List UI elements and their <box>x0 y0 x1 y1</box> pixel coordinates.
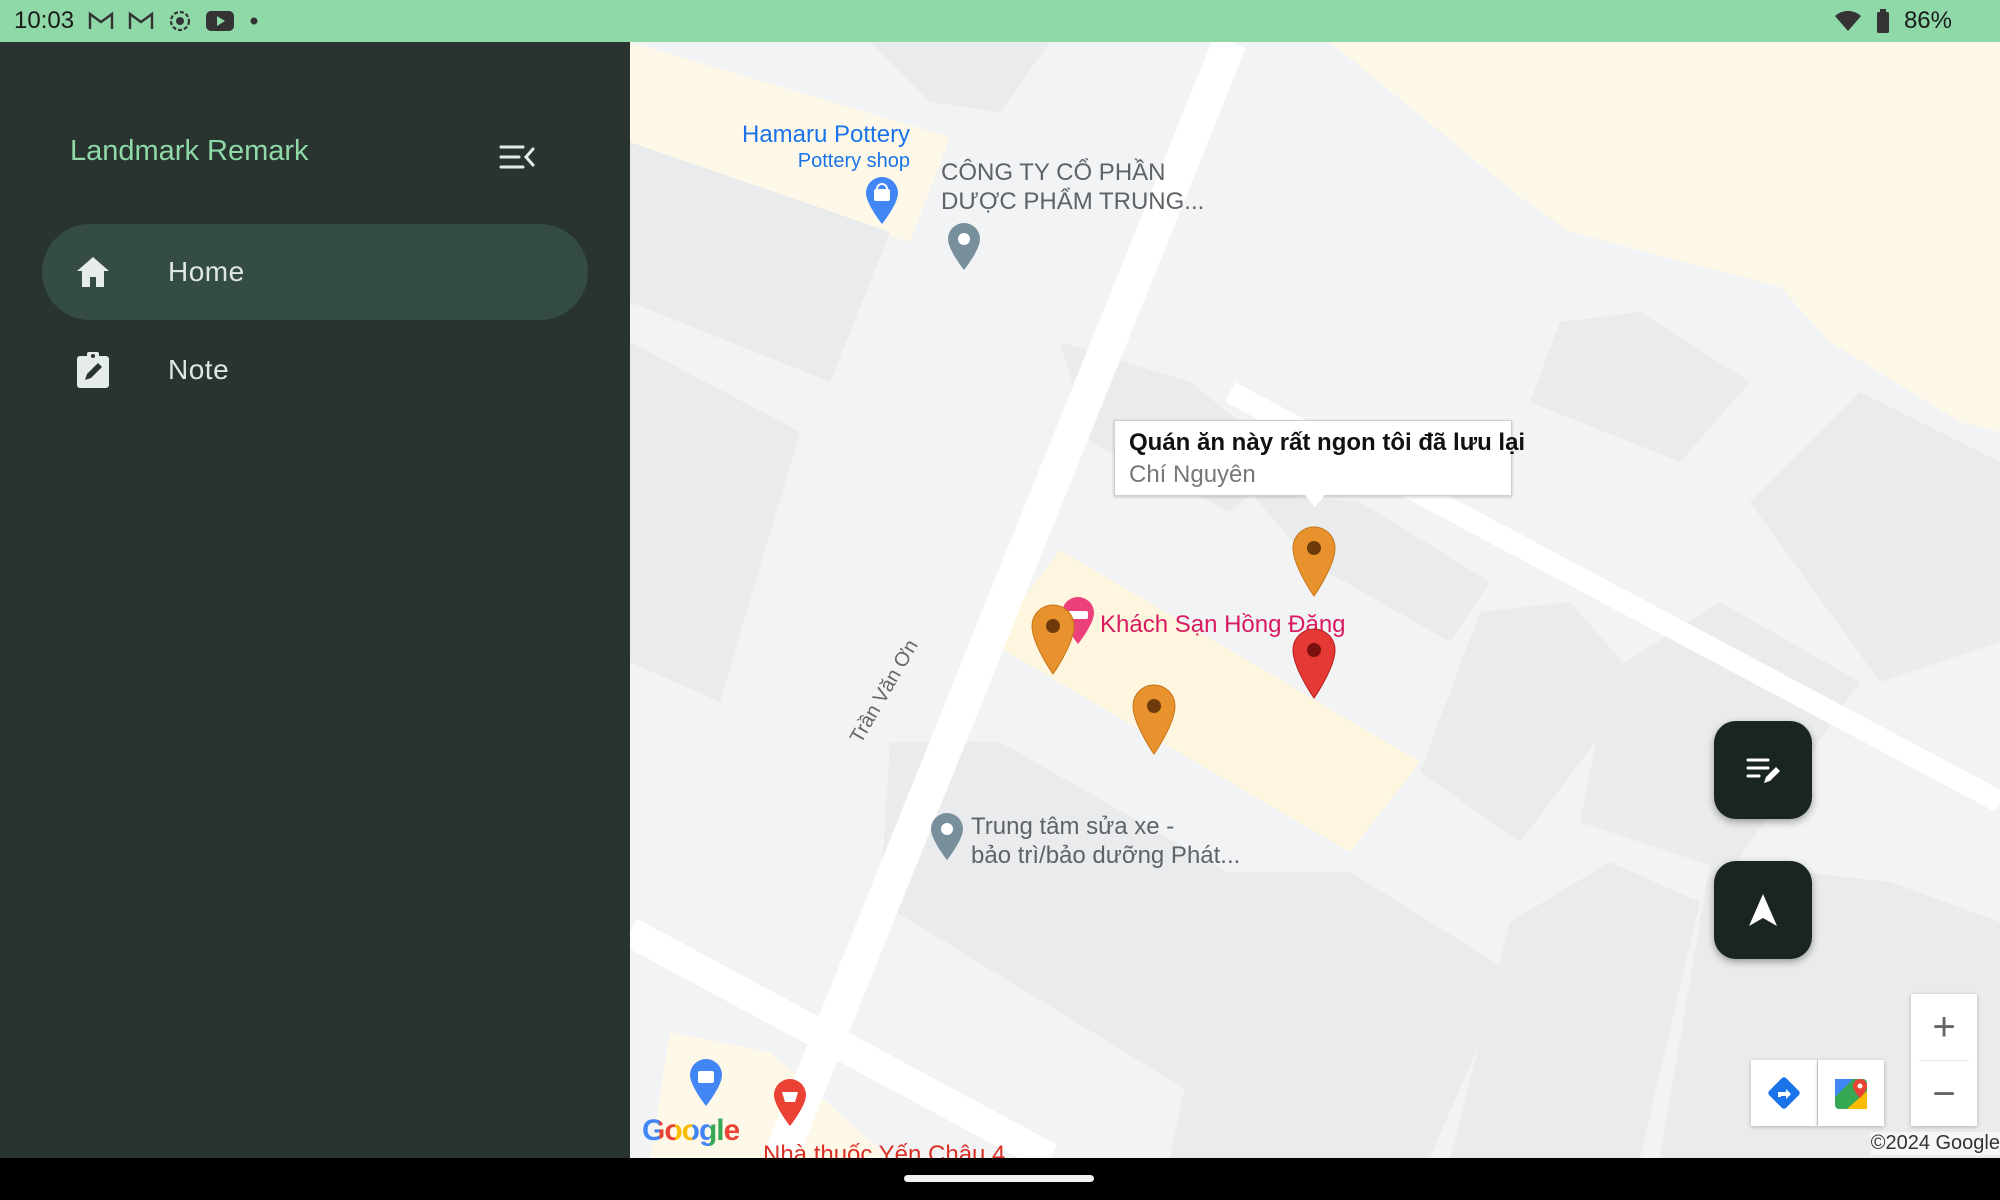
edit-note-icon <box>1746 758 1780 783</box>
wifi-icon <box>1834 10 1862 32</box>
poi-hamaru-pottery[interactable]: Hamaru Pottery Pottery shop <box>742 120 910 173</box>
dot-icon <box>248 15 260 27</box>
poi-company[interactable]: CÔNG TY CỔ PHẦN DƯỢC PHẨM TRUNG... <box>941 158 1204 216</box>
google-logo-text: Google <box>642 1114 740 1147</box>
google-logo: Google <box>642 1114 740 1148</box>
marker-info-window[interactable]: Quán ăn này rất ngon tôi đã lưu lại Chí … <box>1114 420 1526 507</box>
shopping-bag-pin-icon[interactable] <box>688 1058 724 1108</box>
info-window-title: Quán ăn này rất ngon tôi đã lưu lại <box>1129 429 1526 456</box>
screen-record-icon <box>168 9 192 33</box>
youtube-icon <box>206 11 235 31</box>
collapse-drawer-button[interactable] <box>497 137 537 177</box>
app-title: Landmark Remark <box>70 135 309 167</box>
open-in-maps-button[interactable] <box>1818 1060 1884 1126</box>
poi-name-line2: DƯỢC PHẨM TRUNG... <box>941 188 1205 215</box>
current-location-marker-red[interactable] <box>1291 628 1337 700</box>
poi-repair-center[interactable]: Trung tâm sửa xe - bảo trì/bảo dưỡng Phá… <box>971 812 1240 870</box>
poi-name-line2: bảo trì/bảo dưỡng Phát... <box>971 842 1241 869</box>
map-base <box>630 42 2000 1158</box>
system-navigation-bar <box>0 1158 2000 1200</box>
place-pin-icon[interactable] <box>946 222 982 272</box>
info-window-tail <box>1305 495 1325 507</box>
map-view[interactable]: Hamaru Pottery Pottery shop CÔNG TY CỔ P… <box>630 42 2000 1158</box>
poi-name: Hamaru Pottery <box>742 121 911 148</box>
status-bar: 10:03 86% <box>0 0 2000 42</box>
info-window-snippet: Chí Nguyên <box>1129 461 1256 488</box>
note-marker-orange[interactable] <box>1131 684 1177 756</box>
battery-icon <box>1876 9 1890 33</box>
google-maps-icon <box>1835 1079 1867 1109</box>
add-note-fab[interactable] <box>1714 721 1812 819</box>
poi-type: Pottery shop <box>797 150 911 172</box>
zoom-out-button[interactable]: − <box>1911 1061 1977 1127</box>
directions-button[interactable] <box>1751 1060 1817 1126</box>
navigation-icon <box>1749 894 1777 926</box>
note-marker-orange[interactable] <box>1030 604 1076 676</box>
navigation-drawer: Landmark Remark Home Note <box>0 42 630 1158</box>
home-icon <box>72 251 114 293</box>
zoom-controls: + − <box>1911 994 1977 1126</box>
status-bar-right: 86% <box>1834 7 1952 35</box>
clock: 10:03 <box>14 7 75 34</box>
gmail-icon <box>128 11 154 31</box>
drawer-item-label: Note <box>168 354 230 385</box>
gesture-handle[interactable] <box>904 1175 1094 1182</box>
status-bar-left: 10:03 <box>14 7 260 35</box>
shopping-bag-pin-icon[interactable] <box>864 176 900 226</box>
place-pin-icon[interactable] <box>929 812 965 862</box>
battery-level: 86% <box>1903 7 1952 34</box>
directions-icon <box>1768 1077 1800 1109</box>
drawer-item-home[interactable]: Home <box>42 224 588 320</box>
note-icon <box>72 349 114 391</box>
drawer-item-label: Home <box>168 256 245 287</box>
menu-collapse-icon <box>499 145 535 169</box>
gmail-icon <box>88 11 114 31</box>
my-location-fab[interactable] <box>1714 861 1812 959</box>
poi-pharmacy[interactable]: Nhà thuốc Yến Châu 4 <box>763 1140 1005 1158</box>
poi-name-line1: CÔNG TY CỔ PHẦN <box>941 159 1166 186</box>
note-marker-orange[interactable] <box>1291 526 1337 598</box>
zoom-out-icon: − <box>1932 1072 1956 1116</box>
pharmacy-pin-icon[interactable] <box>772 1078 808 1128</box>
zoom-in-button[interactable]: + <box>1911 994 1977 1060</box>
map-copyright: ©2024 Google <box>1870 1132 2000 1155</box>
zoom-in-icon: + <box>1932 1005 1956 1049</box>
poi-name-line1: Trung tâm sửa xe - <box>971 813 1175 840</box>
drawer-item-note[interactable]: Note <box>42 322 588 418</box>
